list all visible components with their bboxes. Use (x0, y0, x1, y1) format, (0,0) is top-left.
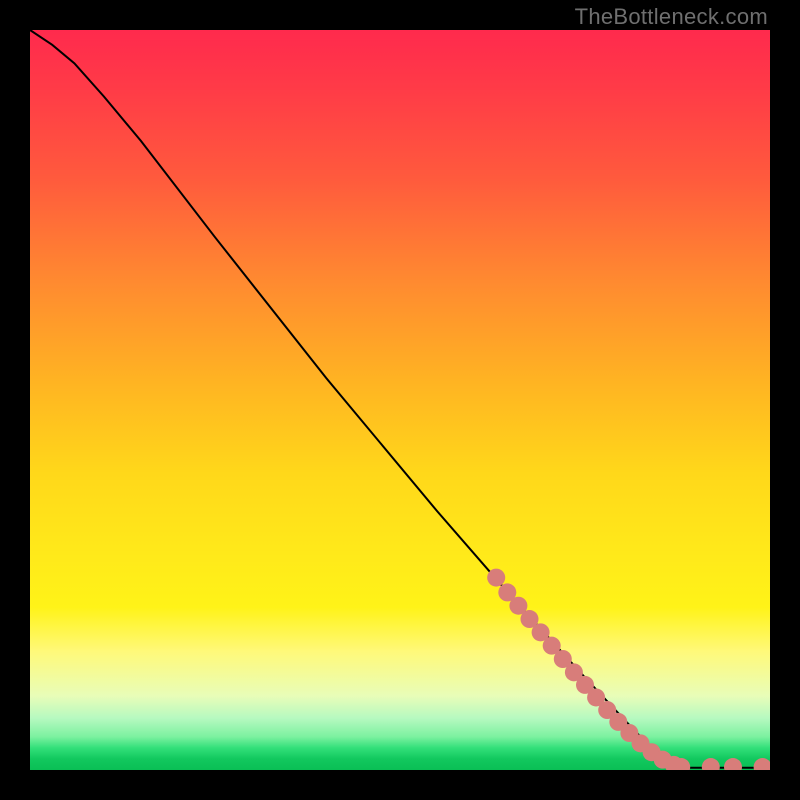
data-marker (702, 758, 720, 770)
data-marker (754, 758, 770, 770)
data-markers-group (487, 569, 770, 770)
bottleneck-curve (30, 30, 770, 768)
chart-svg (30, 30, 770, 770)
plot-area (30, 30, 770, 770)
data-marker (487, 569, 505, 587)
watermark-text: TheBottleneck.com (575, 4, 768, 30)
chart-stage: TheBottleneck.com (0, 0, 800, 800)
data-marker (724, 758, 742, 770)
